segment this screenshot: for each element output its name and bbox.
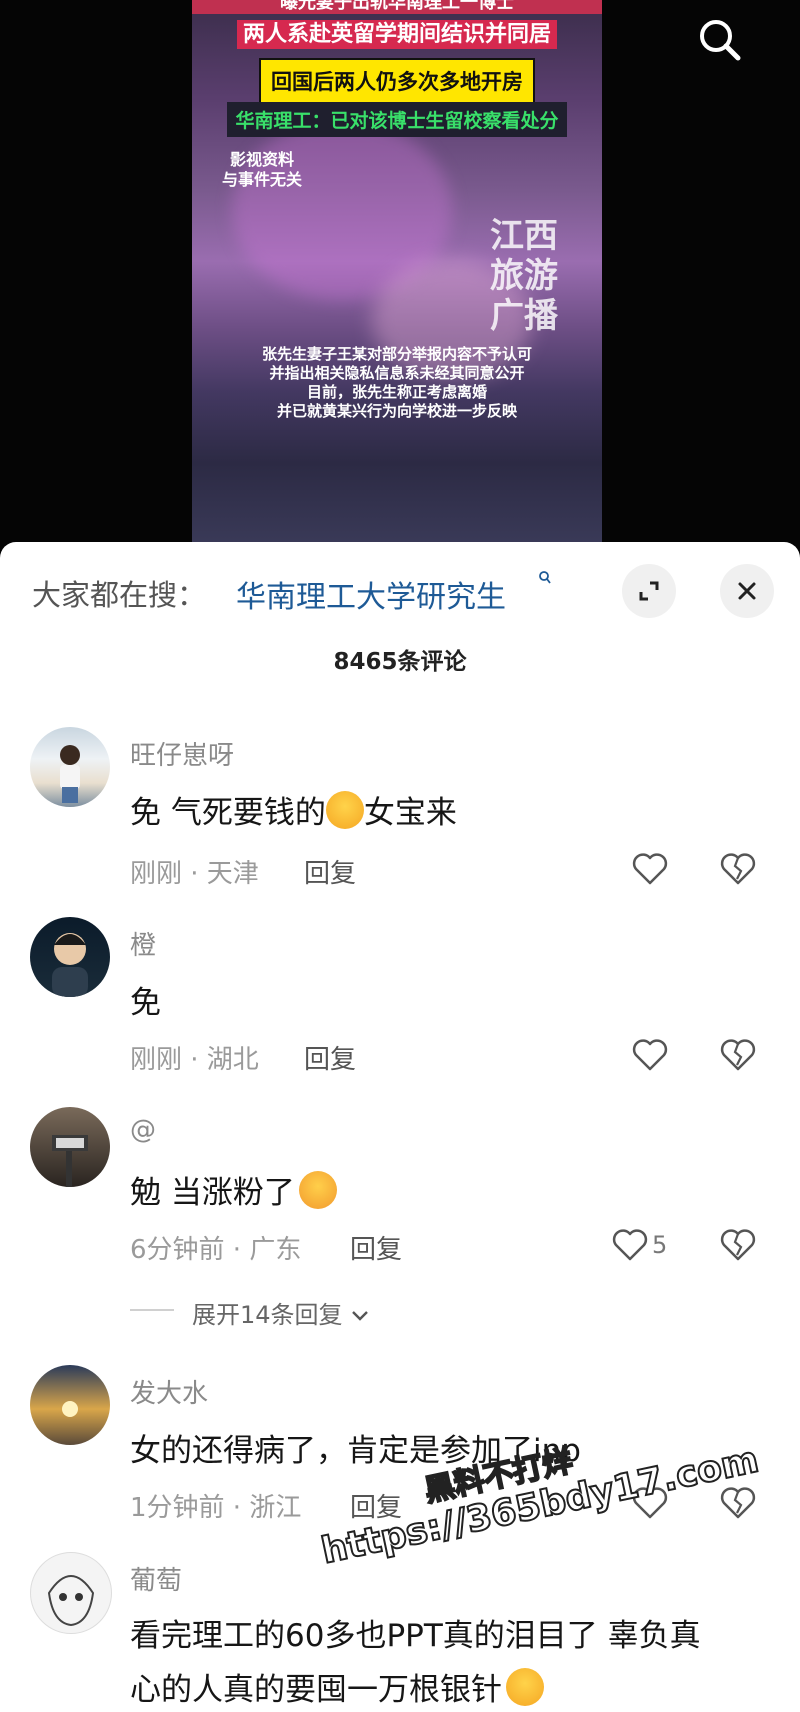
comment-text: 勉 当涨粉了 (130, 1167, 337, 1212)
close-icon[interactable] (720, 564, 774, 618)
crying-emoji-icon (506, 1668, 544, 1706)
avatar[interactable] (30, 1365, 110, 1445)
caption-yellow: 回国后两人仍多次多地开房 (192, 58, 602, 104)
avatar[interactable] (30, 917, 110, 997)
heart-icon[interactable] (610, 1225, 650, 1265)
broken-heart-icon[interactable] (718, 1035, 758, 1075)
disclaimer-note: 影视资料 与事件无关 (221, 150, 302, 189)
like-count: 5 (652, 1231, 668, 1259)
username[interactable]: @ (130, 1115, 156, 1145)
reply-button[interactable]: 回复 (304, 1039, 356, 1076)
search-icon[interactable] (690, 10, 750, 70)
comment-text: 免 气死要钱的 女宝来 (130, 787, 457, 832)
grin-emoji-icon (325, 791, 364, 829)
caption-bottom: 张先生妻子王某对部分举报内容不予认可 并指出相关隐私信息系未经其同意公开 目前，… (261, 345, 532, 420)
username[interactable]: 旺仔崽呀 (130, 735, 234, 772)
expand-divider (130, 1309, 174, 1311)
comment-count: 8465条评论 (333, 649, 467, 675)
heart-icon[interactable] (630, 849, 670, 889)
reply-button[interactable]: 回复 (304, 853, 356, 890)
avatar[interactable] (30, 1552, 112, 1634)
comment-sheet: 大家都在搜： 华南理工大学研究生 8465条评论 旺仔崽呀 免 气死要钱的 女宝来… (0, 542, 800, 1712)
reply-button[interactable]: 回复 (350, 1229, 402, 1266)
heart-icon[interactable] (630, 1035, 670, 1075)
caption-green: 华南理工：已对该博士生留校察看处分 (192, 102, 602, 137)
broken-heart-icon[interactable] (718, 1483, 758, 1523)
expand-replies-button[interactable]: 展开14条回复 (192, 1295, 370, 1330)
username[interactable]: 葡萄 (130, 1560, 182, 1597)
trending-label: 大家都在搜： (32, 578, 207, 612)
expand-icon[interactable] (622, 564, 676, 618)
comment-text: 免 (130, 985, 161, 1021)
comment-meta: 刚刚 · 天津 (130, 859, 259, 889)
trending-search-link[interactable]: 华南理工大学研究生 (236, 572, 506, 616)
video-frame: 曝光妻子出轨华南理工一博士 两人系赴英留学期间结识并同居 回国后两人仍多次多地开… (192, 0, 602, 545)
broken-heart-icon[interactable] (718, 1225, 758, 1265)
caption-top: 曝光妻子出轨华南理工一博士 (192, 0, 602, 14)
caption-red: 两人系赴英留学期间结识并同居 (192, 16, 602, 49)
video-player[interactable]: 曝光妻子出轨华南理工一博士 两人系赴英留学期间结识并同居 回国后两人仍多次多地开… (0, 0, 800, 550)
avatar[interactable] (30, 727, 110, 807)
source-watermark: 江西 旅游 广播 (490, 216, 558, 336)
chevron-down-icon (352, 1311, 369, 1321)
comment-meta: 刚刚 · 湖北 (130, 1045, 259, 1075)
comment-meta: 1分钟前 · 浙江 (130, 1493, 302, 1523)
comment-text-line2: 心的人真的要囤一万根银针 (130, 1664, 544, 1709)
comment-text-line1: 看完理工的60多也PPT真的泪目了 辜负真 (130, 1618, 701, 1654)
search-small-icon (538, 570, 552, 590)
broken-heart-icon[interactable] (718, 849, 758, 889)
avatar[interactable] (30, 1107, 110, 1187)
username[interactable]: 橙 (130, 925, 156, 962)
hug-emoji-icon (298, 1171, 337, 1209)
username[interactable]: 发大水 (130, 1373, 208, 1410)
comment-meta: 6分钟前 · 广东 (130, 1235, 302, 1265)
